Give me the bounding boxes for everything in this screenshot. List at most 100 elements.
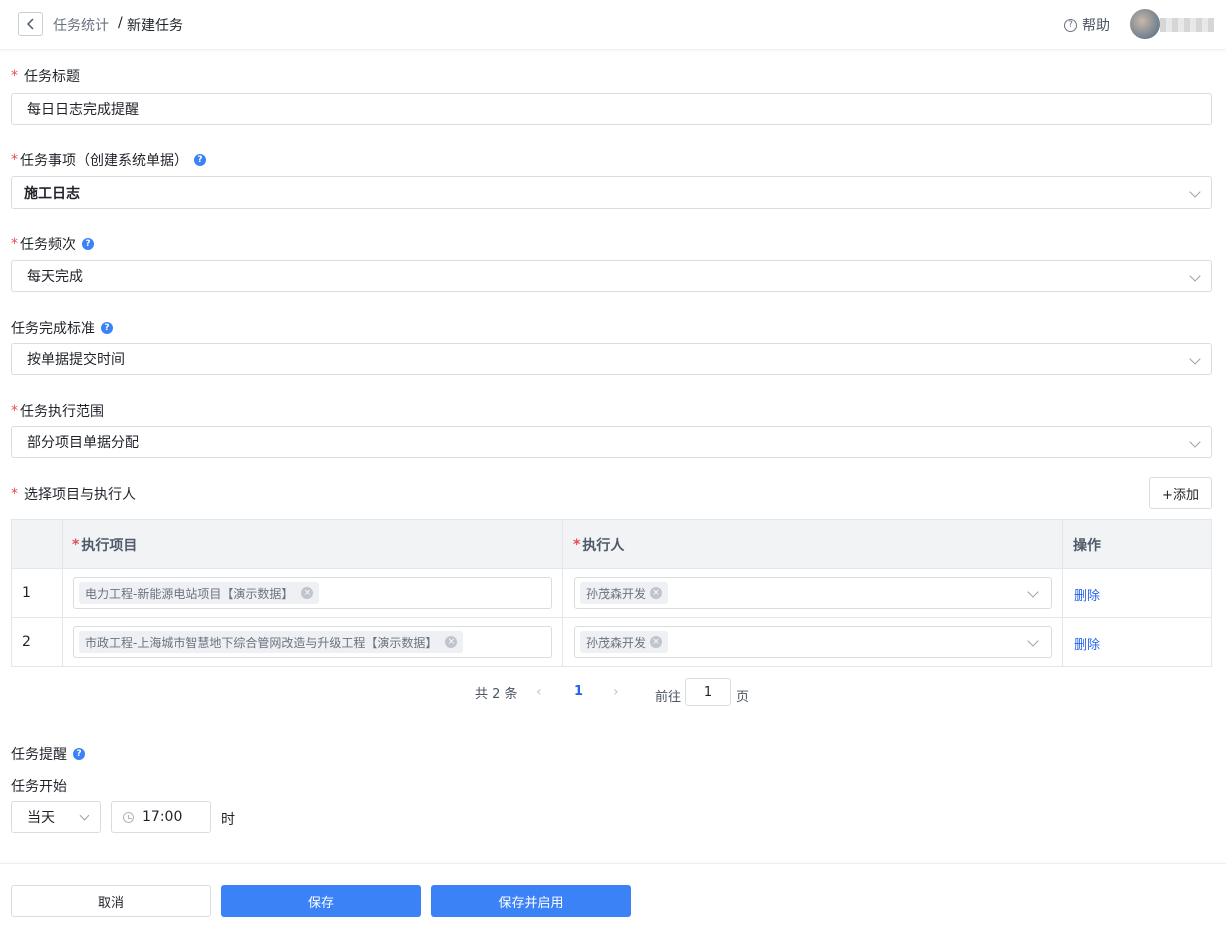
assignments-label: * 选择项目与执行人: [11, 484, 136, 504]
footer-bar: 取消 保存 保存并启用: [0, 863, 1226, 928]
close-icon[interactable]: ×: [650, 636, 663, 648]
close-icon[interactable]: ×: [650, 587, 663, 599]
back-button[interactable]: [18, 12, 43, 36]
table-row: 1 电力工程-新能源电站项目【演示数据】 × 孙茂森开发 × 删除: [12, 569, 1211, 618]
pagination-prev-button[interactable]: ‹: [536, 684, 542, 700]
cancel-button[interactable]: 取消: [11, 885, 211, 917]
task-frequency-label: * 任务频次 ?: [11, 234, 94, 254]
executor-tag: 孙茂森开发 ×: [580, 631, 669, 653]
executor-select[interactable]: 孙茂森开发 ×: [574, 577, 1052, 609]
task-scope-label: * 任务执行范围: [11, 401, 104, 421]
save-button[interactable]: 保存: [221, 885, 421, 917]
column-header-executor-text: 执行人: [582, 537, 625, 554]
save-and-enable-button[interactable]: 保存并启用: [431, 885, 631, 917]
question-icon[interactable]: ?: [194, 154, 206, 166]
project-tag: 市政工程-上海城市智慧地下综合管网改造与升级工程【演示数据】 ×: [79, 631, 464, 653]
user-name-blurred[interactable]: [1160, 18, 1214, 32]
required-mark: *: [11, 403, 18, 419]
avatar[interactable]: [1130, 9, 1160, 39]
delete-link[interactable]: 删除: [1074, 634, 1100, 653]
required-mark: *: [11, 486, 18, 502]
task-frequency-select[interactable]: 每天完成: [11, 260, 1212, 292]
chevron-down-icon: [79, 810, 90, 821]
question-icon[interactable]: ?: [73, 748, 85, 760]
column-header-index: [12, 520, 62, 569]
pagination-goto-input[interactable]: 1: [685, 678, 731, 706]
pagination-total: 共 2 条: [475, 687, 518, 702]
row-index: 2: [22, 634, 31, 650]
add-button[interactable]: +添加: [1149, 477, 1212, 509]
reminder-title-text: 任务提醒: [11, 747, 67, 763]
executor-select[interactable]: 孙茂森开发 ×: [574, 626, 1052, 658]
reminder-title: 任务提醒 ?: [11, 744, 85, 764]
required-mark: *: [72, 536, 80, 553]
task-scope-select[interactable]: 部分项目单据分配: [11, 426, 1212, 458]
project-tag-label: 市政工程-上海城市智慧地下综合管网改造与升级工程【演示数据】: [85, 635, 438, 650]
reminder-time-picker[interactable]: 17:00: [111, 801, 211, 833]
task-standard-select[interactable]: 按单据提交时间: [11, 343, 1212, 375]
reminder-day-select[interactable]: 当天: [11, 801, 101, 833]
reminder-day-value: 当天: [27, 810, 55, 826]
chevron-down-icon: [1189, 353, 1201, 365]
task-frequency-label-text: 任务频次: [20, 237, 76, 253]
page-title: 新建任务: [127, 18, 183, 34]
breadcrumb-separator: /: [118, 15, 123, 31]
required-mark: *: [573, 536, 581, 553]
close-icon[interactable]: ×: [445, 636, 458, 648]
executor-tag: 孙茂森开发 ×: [580, 582, 669, 604]
task-title-label: * 任务标题: [11, 66, 80, 86]
required-mark: *: [11, 236, 18, 252]
task-item-value: 施工日志: [24, 185, 80, 202]
pagination-next-button[interactable]: ›: [613, 684, 619, 700]
task-standard-label-text: 任务完成标准: [11, 321, 95, 337]
close-icon[interactable]: ×: [301, 587, 314, 599]
task-item-label-text: 任务事项（创建系统单据）: [20, 153, 188, 169]
executor-tag-label: 孙茂森开发: [586, 586, 647, 601]
project-tag-label: 电力工程-新能源电站项目【演示数据】: [85, 586, 294, 601]
column-header-executor: * 执行人: [563, 520, 1063, 569]
chevron-down-icon: [1189, 186, 1201, 198]
assignments-label-text: 选择项目与执行人: [24, 487, 136, 503]
chevron-down-icon: [1189, 436, 1201, 448]
required-mark: *: [11, 152, 18, 168]
pagination-goto-label: 前往: [655, 690, 682, 705]
top-bar: 任务统计 / 新建任务 ? 帮助: [0, 0, 1226, 50]
reminder-time-value: 17:00: [142, 809, 183, 825]
help-label: 帮助: [1082, 18, 1110, 34]
task-frequency-value: 每天完成: [27, 269, 83, 285]
task-standard-label: 任务完成标准 ?: [11, 318, 113, 338]
reminder-start-label: 任务开始: [11, 779, 67, 795]
column-header-project-text: 执行项目: [81, 537, 138, 554]
clock-icon: [123, 811, 134, 823]
task-scope-value: 部分项目单据分配: [27, 435, 139, 451]
question-icon[interactable]: ?: [101, 322, 113, 334]
project-select[interactable]: 电力工程-新能源电站项目【演示数据】 ×: [73, 577, 552, 609]
project-select[interactable]: 市政工程-上海城市智慧地下综合管网改造与升级工程【演示数据】 ×: [73, 626, 552, 658]
project-tag: 电力工程-新能源电站项目【演示数据】 ×: [79, 582, 320, 604]
assignments-table: * 执行项目 * 执行人 操作 1 电力工程-新能源电站项目【演示数据】 × 孙茂森…: [11, 519, 1212, 667]
reminder-time-unit: 时: [221, 812, 235, 828]
task-title-input[interactable]: 每日日志完成提醒: [11, 93, 1212, 125]
table-row: 2 市政工程-上海城市智慧地下综合管网改造与升级工程【演示数据】 × 孙茂森开发…: [12, 618, 1211, 667]
task-scope-label-text: 任务执行范围: [20, 404, 104, 420]
chevron-down-icon: [1027, 635, 1039, 647]
breadcrumb-parent[interactable]: 任务统计: [53, 15, 109, 35]
chevron-left-icon: [26, 18, 34, 30]
chevron-down-icon: [1027, 586, 1039, 598]
column-header-project: * 执行项目: [62, 520, 562, 569]
help-link[interactable]: ? 帮助: [1064, 15, 1110, 35]
executor-tag-label: 孙茂森开发: [586, 635, 647, 650]
task-title-value: 每日日志完成提醒: [27, 102, 139, 118]
column-header-action: 操作: [1073, 537, 1101, 554]
task-standard-value: 按单据提交时间: [27, 352, 125, 368]
pagination-page-label: 页: [736, 690, 750, 705]
table-header: * 执行项目 * 执行人 操作: [12, 520, 1211, 569]
question-icon[interactable]: ?: [82, 238, 94, 250]
pagination-current-page[interactable]: 1: [574, 684, 583, 699]
delete-link[interactable]: 删除: [1074, 585, 1100, 604]
required-mark: *: [11, 68, 18, 84]
task-item-label: * 任务事项（创建系统单据） ?: [11, 150, 206, 170]
chevron-down-icon: [1189, 270, 1201, 282]
task-item-select[interactable]: 施工日志: [11, 176, 1212, 209]
task-title-label-text: 任务标题: [24, 69, 80, 85]
